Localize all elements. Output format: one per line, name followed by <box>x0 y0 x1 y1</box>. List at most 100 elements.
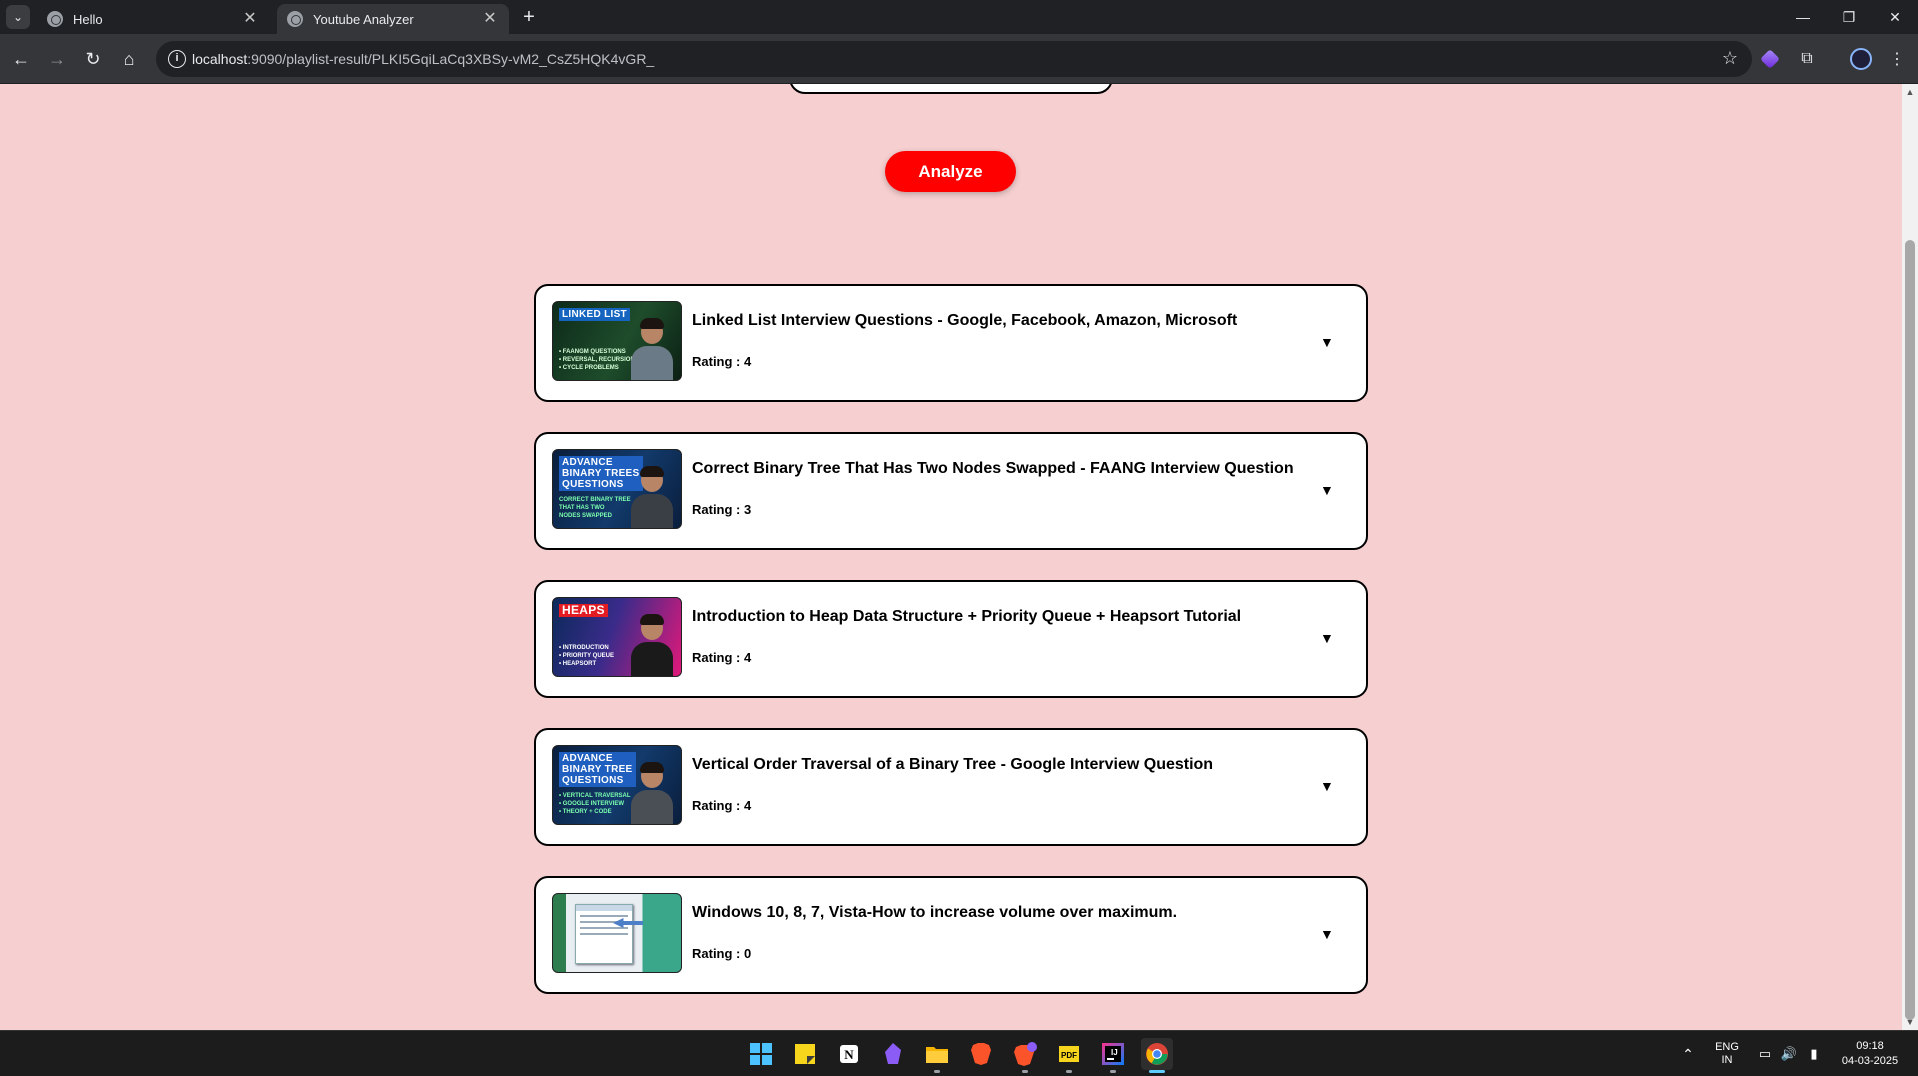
video-title: Correct Binary Tree That Has Two Nodes S… <box>692 460 1294 477</box>
intellij-icon[interactable]: IJ <box>1097 1038 1129 1073</box>
expand-triangle-icon[interactable]: ▼ <box>1320 482 1334 498</box>
scrollbar-thumb[interactable] <box>1905 240 1915 1020</box>
thumbnail-tag: HEAPS <box>559 604 608 617</box>
restore-icon[interactable]: ❐ <box>1826 0 1872 34</box>
chrome-icon[interactable] <box>1141 1038 1173 1073</box>
site-info-icon[interactable]: i <box>168 50 186 68</box>
windows-taskbar: N PDF IJ ⌃ ENG IN ▭ 🔊 ▮ 09:18 04-03-2025 <box>0 1030 1918 1076</box>
back-arrow-icon[interactable]: ← <box>7 45 35 73</box>
svg-text:IJ: IJ <box>1111 1048 1118 1057</box>
clock-time: 09:18 <box>1856 1040 1884 1052</box>
brave-browser-icon[interactable] <box>965 1038 997 1070</box>
expand-triangle-icon[interactable]: ▼ <box>1320 630 1334 646</box>
video-rating: Rating : 4 <box>692 798 751 813</box>
home-icon[interactable]: ⌂ <box>115 45 143 73</box>
notion-icon[interactable]: N <box>833 1038 865 1070</box>
video-rating: Rating : 3 <box>692 502 751 517</box>
expand-triangle-icon[interactable]: ▼ <box>1320 334 1334 350</box>
tab-title: Youtube Analyzer <box>313 11 414 27</box>
forward-arrow-icon[interactable]: → <box>43 45 71 73</box>
thumbnail-lines: • FAANGM QUESTIONS • REVERSAL, RECURSION… <box>559 349 635 371</box>
profile-avatar-icon[interactable] <box>1848 46 1874 72</box>
obsidian-icon[interactable] <box>877 1038 909 1070</box>
thumbnail-lines: • VERTICAL TRAVERSAL • GOOGLE INTERVIEW … <box>559 793 631 815</box>
extension-diamond-icon[interactable] <box>1757 46 1783 72</box>
playlist-url-input[interactable] <box>789 84 1113 94</box>
reload-icon[interactable]: ↻ <box>79 45 107 73</box>
analyze-button[interactable]: Analyze <box>885 151 1016 192</box>
volume-icon[interactable]: 🔊 <box>1778 1031 1800 1076</box>
rating-label: Rating : <box>692 354 744 369</box>
thumbnail-tag: ADVANCE BINARY TREE QUESTIONS <box>559 752 636 787</box>
rating-value: 4 <box>744 354 752 369</box>
minimize-icon[interactable]: — <box>1780 0 1826 34</box>
expand-triangle-icon[interactable]: ▼ <box>1320 778 1334 794</box>
browser-menu-icon[interactable]: ⋮ <box>1884 46 1910 72</box>
region-code: IN <box>1721 1054 1733 1066</box>
address-bar[interactable]: i localhost:9090/playlist-result/PLKI5Gq… <box>156 41 1752 77</box>
video-card[interactable]: Windows 10, 8, 7, Vista-How to increase … <box>534 876 1368 994</box>
rating-value: 3 <box>744 502 752 517</box>
network-icon[interactable]: ▭ <box>1754 1031 1776 1076</box>
rating-label: Rating : <box>692 502 744 517</box>
video-card[interactable]: ADVANCE BINARY TREES QUESTIONS CORRECT B… <box>534 432 1368 550</box>
video-thumbnail: ADVANCE BINARY TREES QUESTIONS CORRECT B… <box>552 449 682 529</box>
video-thumbnail: LINKED LIST • FAANGM QUESTIONS • REVERSA… <box>552 301 682 381</box>
video-card[interactable]: ADVANCE BINARY TREE QUESTIONS • VERTICAL… <box>534 728 1368 846</box>
video-rating: Rating : 0 <box>692 946 751 961</box>
globe-icon <box>287 11 303 27</box>
video-title: Introduction to Heap Data Structure + Pr… <box>692 608 1242 625</box>
pdf-app-icon[interactable]: PDF <box>1053 1038 1085 1073</box>
video-card[interactable]: LINKED LIST • FAANGM QUESTIONS • REVERSA… <box>534 284 1368 402</box>
battery-icon[interactable]: ▮ <box>1802 1031 1826 1076</box>
thumbnail-lines: • INTRODUCTION • PRIORITY QUEUE • HEAPSO… <box>559 645 614 667</box>
file-explorer-icon[interactable] <box>921 1038 953 1073</box>
globe-icon <box>47 11 63 27</box>
presenter-image <box>631 466 673 528</box>
tab-close-icon[interactable]: ✕ <box>481 10 499 28</box>
rating-label: Rating : <box>692 798 744 813</box>
browser-tabstrip: ⌄ Hello ✕ Youtube Analyzer ✕ + — ❐ ✕ <box>0 0 1918 34</box>
rating-value: 4 <box>744 798 752 813</box>
browser-toolbar: ← → ↻ ⌂ i localhost:9090/playlist-result… <box>0 34 1918 84</box>
sticky-notes-icon[interactable] <box>789 1038 821 1070</box>
scroll-down-icon[interactable]: ▼ <box>1904 1016 1916 1028</box>
tab-hello[interactable]: Hello ✕ <box>37 4 269 34</box>
video-thumbnail: HEAPS • INTRODUCTION • PRIORITY QUEUE • … <box>552 597 682 677</box>
new-tab-plus-icon[interactable]: + <box>518 6 540 28</box>
clock-date: 04-03-2025 <box>1841 1055 1899 1067</box>
window-close-icon[interactable]: ✕ <box>1872 0 1918 34</box>
video-thumbnail: ADVANCE BINARY TREE QUESTIONS • VERTICAL… <box>552 745 682 825</box>
video-title: Linked List Interview Questions - Google… <box>692 312 1238 329</box>
url-text[interactable]: localhost:9090/playlist-result/PLKI5GqiL… <box>192 51 654 67</box>
expand-triangle-icon[interactable]: ▼ <box>1320 926 1334 942</box>
extensions-puzzle-icon[interactable]: ⧉ <box>1794 46 1820 72</box>
video-rating: Rating : 4 <box>692 650 751 665</box>
brave-beta-icon[interactable] <box>1009 1038 1041 1073</box>
presenter-image <box>631 762 673 824</box>
language-code: ENG <box>1715 1041 1739 1053</box>
video-thumbnail <box>552 893 682 973</box>
svg-text:N: N <box>844 1047 854 1062</box>
presenter-image <box>631 318 673 380</box>
thumbnail-tag: LINKED LIST <box>559 308 630 321</box>
tray-chevron-up-icon[interactable]: ⌃ <box>1676 1031 1700 1076</box>
language-indicator[interactable]: ENG IN <box>1710 1031 1744 1076</box>
video-title: Windows 10, 8, 7, Vista-How to increase … <box>692 904 1178 921</box>
video-card[interactable]: HEAPS • INTRODUCTION • PRIORITY QUEUE • … <box>534 580 1368 698</box>
tab-title: Hello <box>73 11 103 27</box>
screenshot-dialog <box>575 904 633 964</box>
tab-youtube-analyzer[interactable]: Youtube Analyzer ✕ <box>277 4 509 34</box>
windows-start-icon[interactable] <box>745 1038 777 1070</box>
presenter-image <box>631 614 673 676</box>
thumbnail-tag: ADVANCE BINARY TREES QUESTIONS <box>559 456 643 491</box>
url-path: :9090/playlist-result/PLKI5GqiLaCq3XBSy-… <box>247 51 655 67</box>
tab-search-chevron-icon[interactable]: ⌄ <box>6 5 30 29</box>
tab-close-icon[interactable]: ✕ <box>241 10 259 28</box>
url-host: localhost <box>192 51 248 67</box>
clock[interactable]: 09:18 04-03-2025 <box>1832 1031 1908 1076</box>
page-viewport: Analyze LINKED LIST • FAANGM QUESTIONS •… <box>0 84 1918 1030</box>
bookmark-star-icon[interactable]: ☆ <box>1722 48 1738 69</box>
scroll-up-icon[interactable]: ▲ <box>1904 86 1916 98</box>
video-title: Vertical Order Traversal of a Binary Tre… <box>692 756 1214 773</box>
